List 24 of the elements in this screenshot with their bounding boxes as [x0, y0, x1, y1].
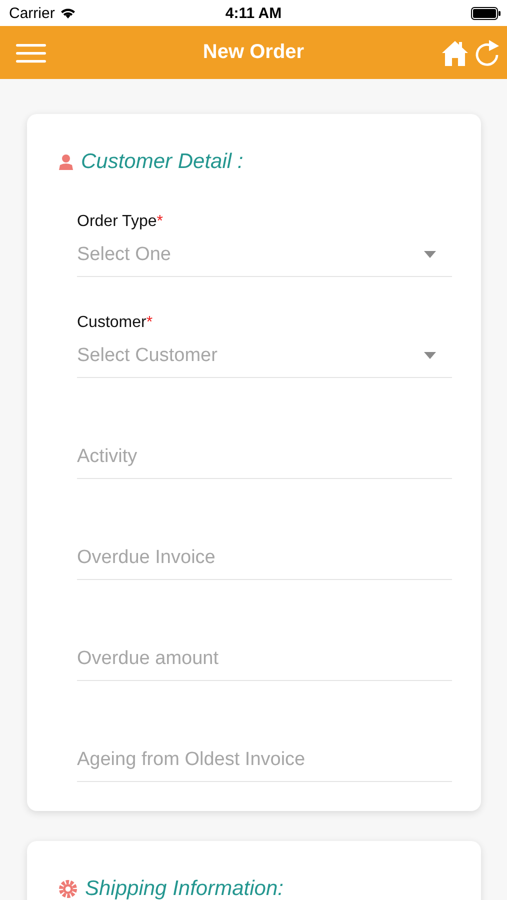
refresh-icon: [473, 38, 501, 68]
wifi-icon: [60, 7, 76, 19]
status-time: 4:11 AM: [225, 4, 282, 22]
section-title: Shipping Information:: [85, 877, 284, 900]
house-icon: [441, 38, 469, 66]
input-field[interactable]: Ageing from Oldest Invoice: [77, 738, 452, 782]
refresh-button[interactable]: [473, 38, 501, 68]
input-field[interactable]: Overdue Invoice: [77, 536, 452, 580]
input-field[interactable]: Overdue amount: [77, 637, 452, 681]
field-label: Customer*: [77, 314, 154, 332]
caret-icon: [424, 352, 436, 359]
home-button[interactable]: [441, 38, 469, 66]
person-icon: [59, 154, 73, 170]
input-field[interactable]: Activity: [77, 435, 452, 479]
section-title: Customer Detail :: [81, 150, 244, 174]
menu-button[interactable]: [16, 42, 46, 62]
menu-icon: [16, 42, 46, 62]
battery-icon: [471, 6, 501, 20]
carrier-name: Carrier: [9, 4, 55, 22]
field-label: Order Type*: [77, 213, 164, 231]
caret-icon: [424, 251, 436, 258]
dropdown-field[interactable]: Select Customer: [77, 334, 452, 378]
dropdown-field[interactable]: Select One: [77, 233, 452, 277]
screen-title: New Order: [202, 41, 304, 64]
